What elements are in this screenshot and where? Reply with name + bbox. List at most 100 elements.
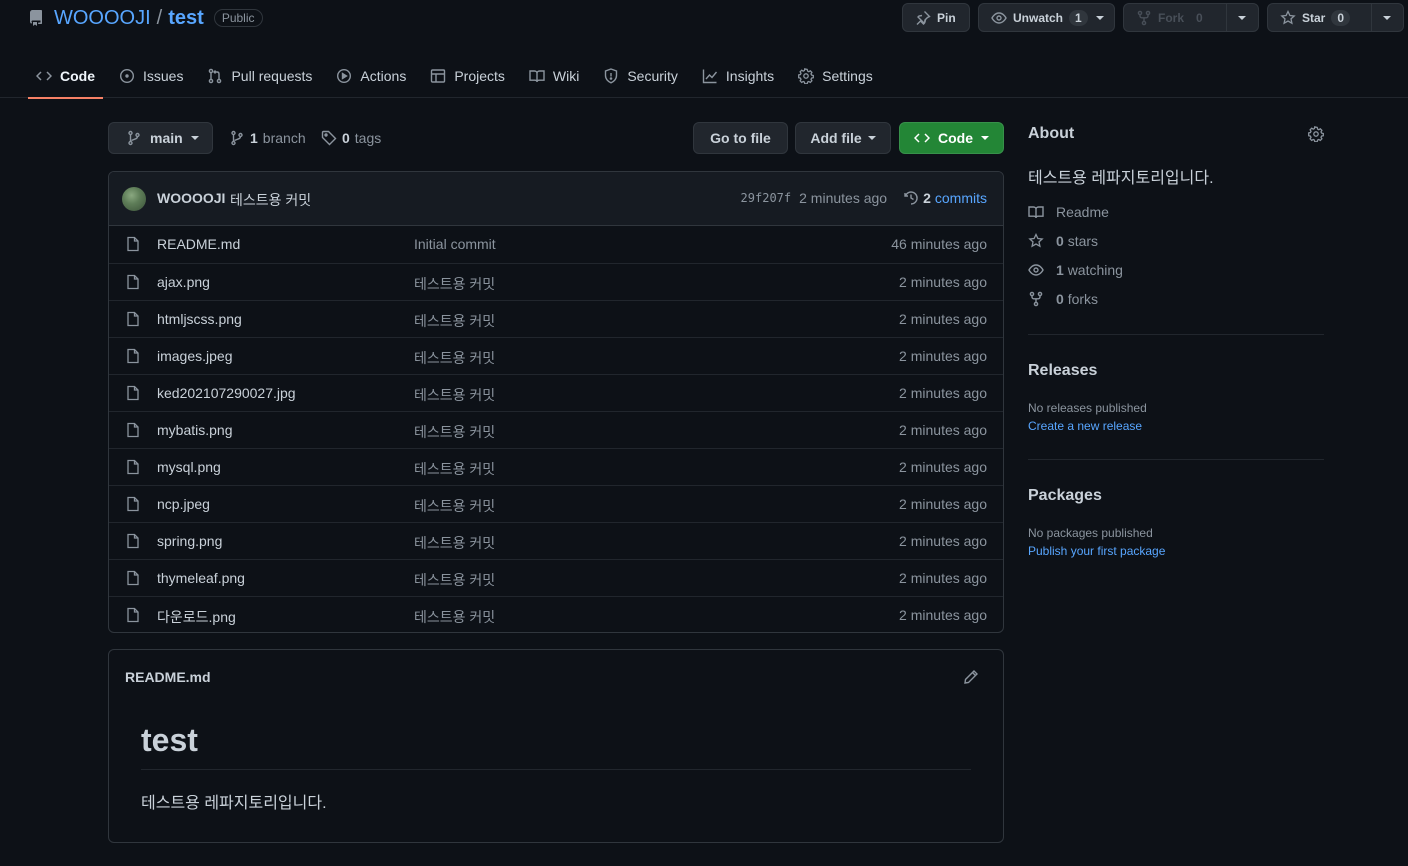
file-commit-message[interactable]: 테스트용 커밋 <box>414 385 495 405</box>
file-name[interactable]: spring.png <box>157 533 222 549</box>
file-commit-message[interactable]: 테스트용 커밋 <box>414 422 495 442</box>
tab-settings[interactable]: Settings <box>790 54 881 98</box>
unwatch-dropdown[interactable] <box>1095 4 1112 31</box>
file-name[interactable]: htmljscss.png <box>157 311 242 327</box>
publish-package-link[interactable]: Publish your first package <box>1028 544 1165 558</box>
tab-label: Code <box>60 68 95 84</box>
tab-insights[interactable]: Insights <box>694 54 782 98</box>
file-commit-message[interactable]: 테스트용 커밋 <box>414 533 495 553</box>
tab-code[interactable]: Code <box>28 54 103 99</box>
file-age: 2 minutes ago <box>899 348 987 364</box>
forks-link[interactable]: 0 forks <box>1028 291 1098 307</box>
gear-icon[interactable] <box>1308 126 1324 142</box>
file-name[interactable]: README.md <box>157 236 240 252</box>
commit-sha[interactable]: 29f207f <box>741 191 792 205</box>
branch-count: 1 <box>250 130 258 146</box>
fork-counter: 0 <box>1190 9 1209 26</box>
file-name[interactable]: mysql.png <box>157 459 221 475</box>
file-commit-message[interactable]: 테스트용 커밋 <box>414 496 495 516</box>
play-icon <box>337 68 352 84</box>
stars-link[interactable]: 0 stars <box>1028 233 1098 249</box>
gear-icon <box>798 68 815 84</box>
file-name[interactable]: mybatis.png <box>157 422 232 438</box>
watching-link[interactable]: 1 watching <box>1028 262 1123 278</box>
releases-heading[interactable]: Releases <box>1028 362 1097 380</box>
file-name[interactable]: thymeleaf.png <box>157 570 245 586</box>
readme-link[interactable]: Readme <box>1028 204 1109 220</box>
file-row[interactable]: ncp.jpeg 테스트용 커밋 2 minutes ago <box>109 485 1003 522</box>
triangle-down-icon <box>981 136 989 140</box>
file-icon <box>127 274 139 290</box>
file-row[interactable]: images.jpeg 테스트용 커밋 2 minutes ago <box>109 337 1003 374</box>
about-heading: About <box>1028 125 1075 142</box>
fork-icon <box>1137 10 1151 25</box>
tab-actions[interactable]: Actions <box>328 54 414 98</box>
fork-button[interactable]: Fork 0 <box>1123 3 1259 32</box>
commit-message[interactable]: 테스트용 커밋 <box>230 190 311 210</box>
add-file-button[interactable]: Add file <box>795 122 891 154</box>
packages-empty-text: No packages published <box>1028 526 1153 540</box>
triangle-down-icon <box>867 136 876 140</box>
file-commit-message[interactable]: 테스트용 커밋 <box>414 459 495 479</box>
file-icon <box>127 607 139 623</box>
tab-pull-requests[interactable]: Pull requests <box>199 54 320 98</box>
tab-projects[interactable]: Projects <box>422 54 513 98</box>
file-row[interactable]: README.md Initial commit 46 minutes ago <box>109 226 1003 263</box>
file-row[interactable]: mysql.png 테스트용 커밋 2 minutes ago <box>109 448 1003 485</box>
file-name[interactable]: images.jpeg <box>157 348 233 364</box>
file-name[interactable]: ked202107290027.jpg <box>157 385 296 401</box>
file-icon <box>127 385 139 401</box>
file-row[interactable]: thymeleaf.png 테스트용 커밋 2 minutes ago <box>109 559 1003 596</box>
tab-issues[interactable]: Issues <box>111 54 191 98</box>
file-icon <box>127 236 139 252</box>
file-row[interactable]: mybatis.png 테스트용 커밋 2 minutes ago <box>109 411 1003 448</box>
history-icon <box>904 191 918 205</box>
file-commit-message[interactable]: 테스트용 커밋 <box>414 607 495 627</box>
code-button[interactable]: Code <box>899 122 1004 154</box>
pin-button[interactable]: Pin <box>902 3 970 32</box>
readme-filename[interactable]: README.md <box>125 669 211 685</box>
file-name[interactable]: ncp.jpeg <box>157 496 210 512</box>
commits-link[interactable]: 2 commits <box>903 190 987 206</box>
file-commit-message[interactable]: 테스트용 커밋 <box>414 274 495 294</box>
star-dropdown[interactable] <box>1371 4 1402 31</box>
file-list: README.md Initial commit 46 minutes ago … <box>109 226 1003 632</box>
branch-select[interactable]: main <box>108 122 213 154</box>
pencil-icon[interactable] <box>963 669 979 685</box>
file-age: 2 minutes ago <box>899 570 987 586</box>
file-commit-message[interactable]: Initial commit <box>414 236 496 252</box>
file-commit-message[interactable]: 테스트용 커밋 <box>414 311 495 331</box>
file-row[interactable]: 다운로드.png 테스트용 커밋 2 minutes ago <box>109 596 1003 632</box>
file-row[interactable]: spring.png 테스트용 커밋 2 minutes ago <box>109 522 1003 559</box>
repo-owner-link[interactable]: WOOOOJI <box>54 7 151 30</box>
star-button[interactable]: Star 0 <box>1267 3 1404 32</box>
repo-name-link[interactable]: test <box>168 7 204 30</box>
file-age: 2 minutes ago <box>899 607 987 623</box>
file-commit-message[interactable]: 테스트용 커밋 <box>414 570 495 590</box>
commit-meta: 29f207f 2 minutes ago 2 commits <box>741 190 987 206</box>
fork-dropdown[interactable] <box>1226 4 1257 31</box>
tab-wiki[interactable]: Wiki <box>521 54 587 98</box>
unwatch-button[interactable]: Unwatch 1 <box>978 3 1115 32</box>
avatar[interactable] <box>122 187 146 211</box>
branch-word: branch <box>262 130 306 146</box>
tags-link[interactable]: 0 tags <box>321 130 381 146</box>
file-row[interactable]: htmljscss.png 테스트용 커밋 2 minutes ago <box>109 300 1003 337</box>
file-name[interactable]: 다운로드.png <box>157 607 236 627</box>
file-row[interactable]: ked202107290027.jpg 테스트용 커밋 2 minutes ag… <box>109 374 1003 411</box>
branches-link[interactable]: 1 branch <box>229 130 306 146</box>
file-row[interactable]: ajax.png 테스트용 커밋 2 minutes ago <box>109 263 1003 300</box>
file-name[interactable]: ajax.png <box>157 274 210 290</box>
packages-heading[interactable]: Packages <box>1028 487 1102 505</box>
repo-separator: / <box>156 6 163 29</box>
file-age: 2 minutes ago <box>899 533 987 549</box>
eye-icon <box>1028 264 1044 276</box>
go-to-file-button[interactable]: Go to file <box>693 122 788 154</box>
create-release-link[interactable]: Create a new release <box>1028 419 1142 433</box>
file-commit-message[interactable]: 테스트용 커밋 <box>414 348 495 368</box>
watch-counter: 1 <box>1069 9 1088 26</box>
tab-security[interactable]: Security <box>595 54 686 98</box>
pull-request-icon <box>209 68 222 84</box>
commit-author[interactable]: WOOOOJI <box>157 190 225 206</box>
star-label: Star <box>1302 10 1326 25</box>
